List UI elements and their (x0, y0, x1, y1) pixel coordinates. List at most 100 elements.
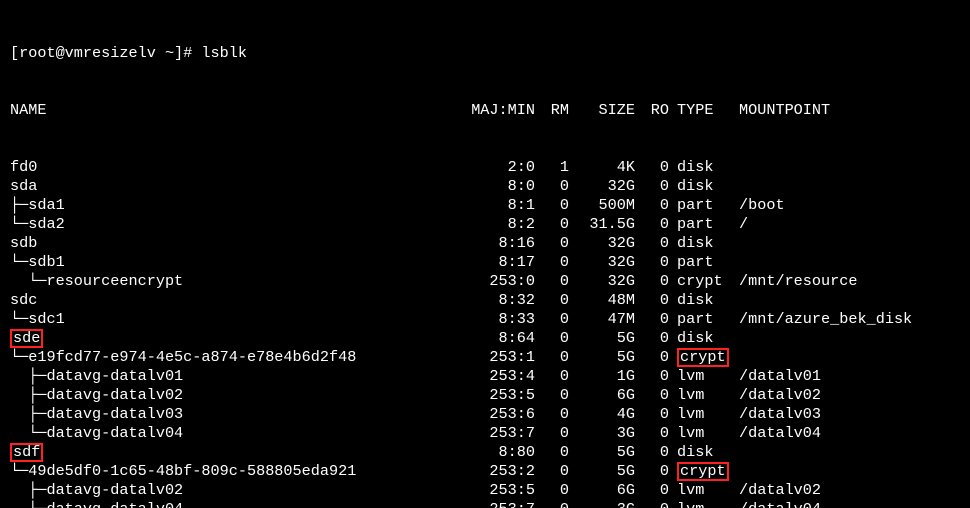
cell-mnt: /datalv04 (735, 500, 962, 508)
hdr-maj: MAJ:MIN (450, 101, 539, 120)
cell-mnt: /datalv02 (735, 481, 962, 500)
cell-ro: 0 (639, 177, 673, 196)
hdr-size: SIZE (573, 101, 639, 120)
cell-ro: 0 (639, 386, 673, 405)
cell-name: └─sdc1 (10, 310, 450, 329)
cell-size: 3G (573, 424, 639, 443)
lsblk-row: sdb8:16032G0disk (10, 234, 962, 253)
cell-ro: 0 (639, 367, 673, 386)
cell-rm: 0 (539, 348, 573, 367)
cell-size: 4G (573, 405, 639, 424)
cell-maj: 8:0 (450, 177, 539, 196)
cell-name: ├─datavg-datalv02 (10, 481, 450, 500)
cell-type: crypt (673, 272, 735, 291)
cell-type: part (673, 310, 735, 329)
cell-maj: 253:1 (450, 348, 539, 367)
cell-mnt: / (735, 215, 962, 234)
cell-mnt: /boot (735, 196, 962, 215)
lsblk-row: └─e19fcd77-e974-4e5c-a874-e78e4b6d2f4825… (10, 348, 962, 367)
cell-type: crypt (673, 348, 735, 367)
cell-rm: 0 (539, 443, 573, 462)
cell-maj: 253:0 (450, 272, 539, 291)
cell-type: lvm (673, 500, 735, 508)
cell-size: 6G (573, 481, 639, 500)
cell-ro: 0 (639, 462, 673, 481)
cell-size: 32G (573, 253, 639, 272)
cell-ro: 0 (639, 500, 673, 508)
cell-size: 5G (573, 462, 639, 481)
lsblk-row: ├─datavg-datalv02253:506G0lvm/datalv02 (10, 481, 962, 500)
cell-maj: 253:7 (450, 500, 539, 508)
cell-name: sdb (10, 234, 450, 253)
cell-ro: 0 (639, 215, 673, 234)
cell-type: lvm (673, 405, 735, 424)
cell-mnt: /datalv04 (735, 424, 962, 443)
cell-ro: 0 (639, 196, 673, 215)
cell-name: └─sda2 (10, 215, 450, 234)
cell-maj: 253:2 (450, 462, 539, 481)
cell-maj: 8:16 (450, 234, 539, 253)
cell-size: 5G (573, 348, 639, 367)
cell-maj: 253:7 (450, 424, 539, 443)
cell-size: 31.5G (573, 215, 639, 234)
cell-name: sdc (10, 291, 450, 310)
cell-name: fd0 (10, 158, 450, 177)
cell-rm: 0 (539, 234, 573, 253)
cell-name: └─resourceencrypt (10, 272, 450, 291)
cell-name: └─e19fcd77-e974-4e5c-a874-e78e4b6d2f48 (10, 348, 450, 367)
cell-rm: 0 (539, 272, 573, 291)
cell-type: disk (673, 234, 735, 253)
lsblk-rows: fd02:014K0disksda8:0032G0disk├─sda18:105… (10, 158, 962, 508)
cell-rm: 0 (539, 177, 573, 196)
cell-rm: 0 (539, 253, 573, 272)
cell-ro: 0 (639, 424, 673, 443)
cell-name: ├─datavg-datalv01 (10, 367, 450, 386)
cell-maj: 8:17 (450, 253, 539, 272)
cell-rm: 1 (539, 158, 573, 177)
cell-rm: 0 (539, 310, 573, 329)
cell-rm: 0 (539, 215, 573, 234)
lsblk-row: ├─sda18:10500M0part/boot (10, 196, 962, 215)
cell-maj: 8:64 (450, 329, 539, 348)
cell-size: 1G (573, 367, 639, 386)
cell-type: lvm (673, 481, 735, 500)
cell-rm: 0 (539, 386, 573, 405)
cell-type: lvm (673, 386, 735, 405)
cell-size: 500M (573, 196, 639, 215)
hdr-name: NAME (10, 101, 450, 120)
cell-rm: 0 (539, 291, 573, 310)
lsblk-row: └─sdc18:33047M0part/mnt/azure_bek_disk (10, 310, 962, 329)
cell-name: ├─datavg-datalv03 (10, 405, 450, 424)
cell-rm: 0 (539, 424, 573, 443)
cell-name: ├─sda1 (10, 196, 450, 215)
cell-size: 47M (573, 310, 639, 329)
cell-rm: 0 (539, 462, 573, 481)
cell-name: └─datavg-datalv04 (10, 500, 450, 508)
cell-name: └─49de5df0-1c65-48bf-809c-588805eda921 (10, 462, 450, 481)
cell-maj: 8:2 (450, 215, 539, 234)
lsblk-row: sdc8:32048M0disk (10, 291, 962, 310)
cell-size: 4K (573, 158, 639, 177)
cell-ro: 0 (639, 253, 673, 272)
cell-maj: 253:6 (450, 405, 539, 424)
cell-size: 32G (573, 177, 639, 196)
cell-ro: 0 (639, 481, 673, 500)
cell-rm: 0 (539, 500, 573, 508)
cell-ro: 0 (639, 291, 673, 310)
cell-maj: 253:4 (450, 367, 539, 386)
highlight-box: crypt (677, 462, 729, 481)
cell-size: 48M (573, 291, 639, 310)
prompt-line: [root@vmresizelv ~]# lsblk (10, 44, 962, 63)
cell-rm: 0 (539, 405, 573, 424)
cell-type: part (673, 215, 735, 234)
shell-prompt: [root@vmresizelv ~]# lsblk (10, 44, 247, 63)
cell-mnt: /datalv02 (735, 386, 962, 405)
cell-ro: 0 (639, 310, 673, 329)
cell-type: lvm (673, 367, 735, 386)
cell-name: sdf (10, 443, 450, 462)
cell-maj: 2:0 (450, 158, 539, 177)
cell-type: part (673, 196, 735, 215)
cell-maj: 8:80 (450, 443, 539, 462)
cell-type: disk (673, 291, 735, 310)
highlight-box: sde (10, 329, 43, 348)
